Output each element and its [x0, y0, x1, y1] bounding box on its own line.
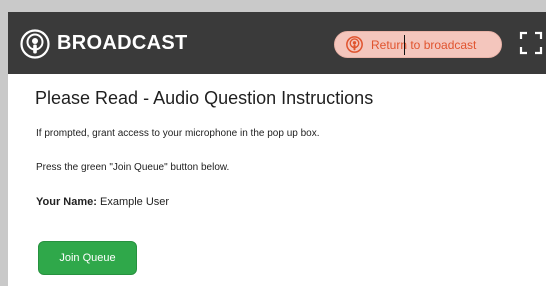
window-left-frame [0, 12, 8, 286]
your-name-value: Example User [99, 196, 170, 208]
return-to-broadcast-button[interactable]: Return to broadcast [334, 31, 502, 58]
instruction-join-queue: Press the green "Join Queue" button belo… [36, 162, 230, 173]
window-top-frame [0, 0, 546, 12]
instructions-panel: Please Read - Audio Question Instruction… [8, 74, 546, 286]
expand-icon[interactable] [519, 31, 543, 55]
page-title: Please Read - Audio Question Instruction… [35, 88, 374, 108]
mouse-text-cursor [404, 35, 405, 55]
broadcast-header: BROADCAST Return to broadcast [8, 12, 546, 74]
podcast-icon [346, 36, 363, 53]
return-button-label: Return to broadcast [371, 38, 477, 52]
your-name-label: Your Name: [36, 196, 97, 208]
podcast-icon [20, 29, 50, 59]
join-queue-button[interactable]: Join Queue [38, 241, 137, 275]
instruction-microphone: If prompted, grant access to your microp… [36, 128, 320, 139]
app-title: BROADCAST [57, 32, 188, 54]
your-name-row: Your Name: Example User [36, 196, 169, 208]
